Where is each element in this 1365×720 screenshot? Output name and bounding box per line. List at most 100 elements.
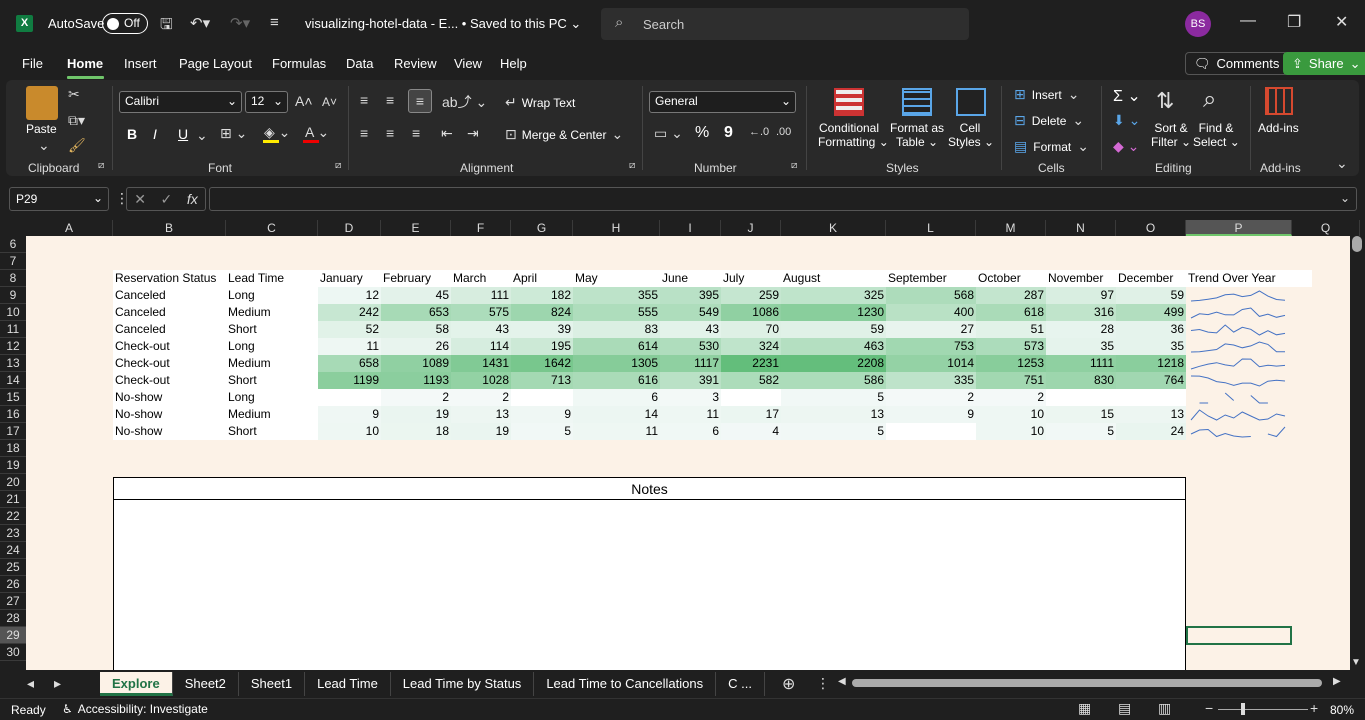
table-cell-value[interactable]: 824 (511, 304, 573, 321)
zoom-level[interactable]: 80% (1330, 703, 1354, 717)
accessibility-button[interactable]: ♿ Accessibility: Investigate (62, 702, 208, 716)
increase-decimal-icon[interactable]: ←.0 (749, 126, 769, 138)
clear-icon[interactable]: ◆ ⌄ (1113, 138, 1139, 155)
table-cell-value[interactable]: 12 (318, 287, 381, 304)
chevron-down-icon[interactable]: ⌄ (196, 127, 208, 144)
table-cell-value[interactable]: 713 (511, 372, 573, 389)
next-sheet-icon[interactable]: ▸ (54, 675, 61, 692)
table-cell-value[interactable]: 355 (573, 287, 660, 304)
table-cell-value[interactable] (511, 389, 573, 406)
row-header[interactable]: 26 (0, 576, 26, 593)
table-cell-value[interactable]: 59 (781, 321, 886, 338)
zoom-out-icon[interactable]: − (1205, 700, 1213, 716)
table-cell-value[interactable]: 1014 (886, 355, 976, 372)
column-header[interactable]: H (573, 220, 660, 236)
find-select-button[interactable]: Find & Select ⌄ (1193, 121, 1240, 149)
table-cell-value[interactable]: 11 (573, 423, 660, 440)
row-header[interactable]: 30 (0, 644, 26, 661)
table-cell-value[interactable]: 27 (886, 321, 976, 338)
normal-view-icon[interactable]: ▦ (1078, 700, 1091, 717)
redo-icon[interactable]: ↷▾ (230, 14, 250, 32)
font-name-select[interactable]: Calibri ⌄ (119, 91, 242, 113)
conditional-formatting-button[interactable]: ConditionalFormatting ⌄ (818, 121, 889, 149)
restore-icon[interactable]: ❐ (1287, 12, 1301, 32)
row-header[interactable]: 28 (0, 610, 26, 627)
table-cell-value[interactable]: 616 (573, 372, 660, 389)
tab-page-layout[interactable]: Page Layout (179, 56, 252, 71)
table-cell-value[interactable]: 6 (660, 423, 721, 440)
table-cell-value[interactable]: 11 (660, 406, 721, 423)
comma-button[interactable]: 9 (724, 124, 733, 142)
table-cell-value[interactable]: 2231 (721, 355, 781, 372)
table-cell-value[interactable]: 51 (976, 321, 1046, 338)
sheet-tab[interactable]: Sheet1 (239, 672, 306, 696)
table-cell-status[interactable]: No-show (113, 389, 226, 406)
share-button[interactable]: ⇪ Share ⌄ (1283, 52, 1365, 75)
cancel-icon[interactable]: ✕ (134, 191, 146, 208)
tab-home[interactable]: Home (67, 56, 103, 71)
row-header[interactable]: 24 (0, 542, 26, 559)
table-header-cell[interactable]: Reservation Status (113, 270, 226, 287)
borders-icon[interactable]: ⊞ ⌄ (220, 125, 247, 142)
zoom-slider[interactable] (1218, 709, 1308, 710)
table-header-cell[interactable]: Lead Time (226, 270, 318, 287)
table-cell-value[interactable]: 586 (781, 372, 886, 389)
sheet-tab[interactable]: Lead Time to Cancellations (534, 672, 717, 696)
row-header[interactable]: 21 (0, 491, 26, 508)
row-header[interactable]: 27 (0, 593, 26, 610)
underline-button[interactable]: U (178, 126, 188, 142)
table-header-cell[interactable]: Trend Over Year (1186, 270, 1312, 287)
table-cell-value[interactable]: 97 (1046, 287, 1116, 304)
accounting-format-icon[interactable]: ▭ ⌄ (654, 125, 683, 142)
row-header[interactable]: 20 (0, 474, 26, 491)
align-middle-icon[interactable]: ≡ (386, 92, 394, 108)
table-cell-value[interactable] (886, 423, 976, 440)
table-cell-lead-time[interactable]: Long (226, 287, 318, 304)
table-cell-status[interactable]: Check-out (113, 355, 226, 372)
table-cell-value[interactable]: 1117 (660, 355, 721, 372)
column-header[interactable]: N (1046, 220, 1116, 236)
minimize-icon[interactable]: — (1240, 12, 1256, 30)
increase-indent-icon[interactable]: ⇥ (467, 125, 479, 142)
zoom-slider-thumb[interactable] (1241, 703, 1245, 715)
column-header[interactable]: M (976, 220, 1046, 236)
table-cell-value[interactable]: 43 (660, 321, 721, 338)
table-header-cell[interactable]: March (451, 270, 511, 287)
table-cell-value[interactable]: 9 (511, 406, 573, 423)
page-layout-view-icon[interactable]: ▤ (1118, 700, 1131, 717)
decrease-font-icon[interactable]: A˅ (322, 95, 337, 109)
table-cell-value[interactable]: 83 (573, 321, 660, 338)
row-header[interactable]: 10 (0, 304, 26, 321)
table-cell-value[interactable]: 400 (886, 304, 976, 321)
tab-file[interactable]: File (22, 56, 43, 71)
format-cells-button[interactable]: ▤ Format ⌄ (1014, 138, 1089, 155)
customize-qat-icon[interactable]: ≡ (270, 14, 279, 31)
row-header[interactable]: 16 (0, 406, 26, 423)
table-cell-value[interactable]: 10 (976, 406, 1046, 423)
scroll-left-icon[interactable]: ◀ (838, 676, 846, 687)
table-cell-status[interactable]: Check-out (113, 338, 226, 355)
paste-button[interactable]: Paste (26, 122, 57, 136)
sheet-tab[interactable]: Sheet2 (173, 672, 239, 696)
row-header[interactable]: 17 (0, 423, 26, 440)
table-cell-value[interactable]: 395 (660, 287, 721, 304)
column-header[interactable]: C (226, 220, 318, 236)
table-cell-value[interactable] (318, 389, 381, 406)
selected-cell[interactable] (1186, 626, 1292, 645)
search-box[interactable]: ⌕ Search (601, 8, 969, 40)
horizontal-scroll-thumb[interactable] (852, 679, 1322, 687)
insert-cells-button[interactable]: ⊞ Insert ⌄ (1014, 86, 1079, 103)
font-size-select[interactable]: 12 ⌄ (245, 91, 288, 113)
table-header-cell[interactable]: January (318, 270, 381, 287)
row-header[interactable]: 15 (0, 389, 26, 406)
table-header-cell[interactable]: May (573, 270, 660, 287)
format-as-table-button[interactable]: Format as Table ⌄ (890, 121, 944, 149)
sheet-tab[interactable]: C ... (716, 672, 765, 696)
table-cell-lead-time[interactable]: Short (226, 321, 318, 338)
save-icon[interactable]: 🖫 (160, 14, 173, 39)
bold-button[interactable]: B (127, 126, 137, 142)
table-cell-value[interactable]: 1642 (511, 355, 573, 372)
table-cell-value[interactable]: 325 (781, 287, 886, 304)
table-cell-value[interactable]: 39 (511, 321, 573, 338)
row-header[interactable]: 25 (0, 559, 26, 576)
